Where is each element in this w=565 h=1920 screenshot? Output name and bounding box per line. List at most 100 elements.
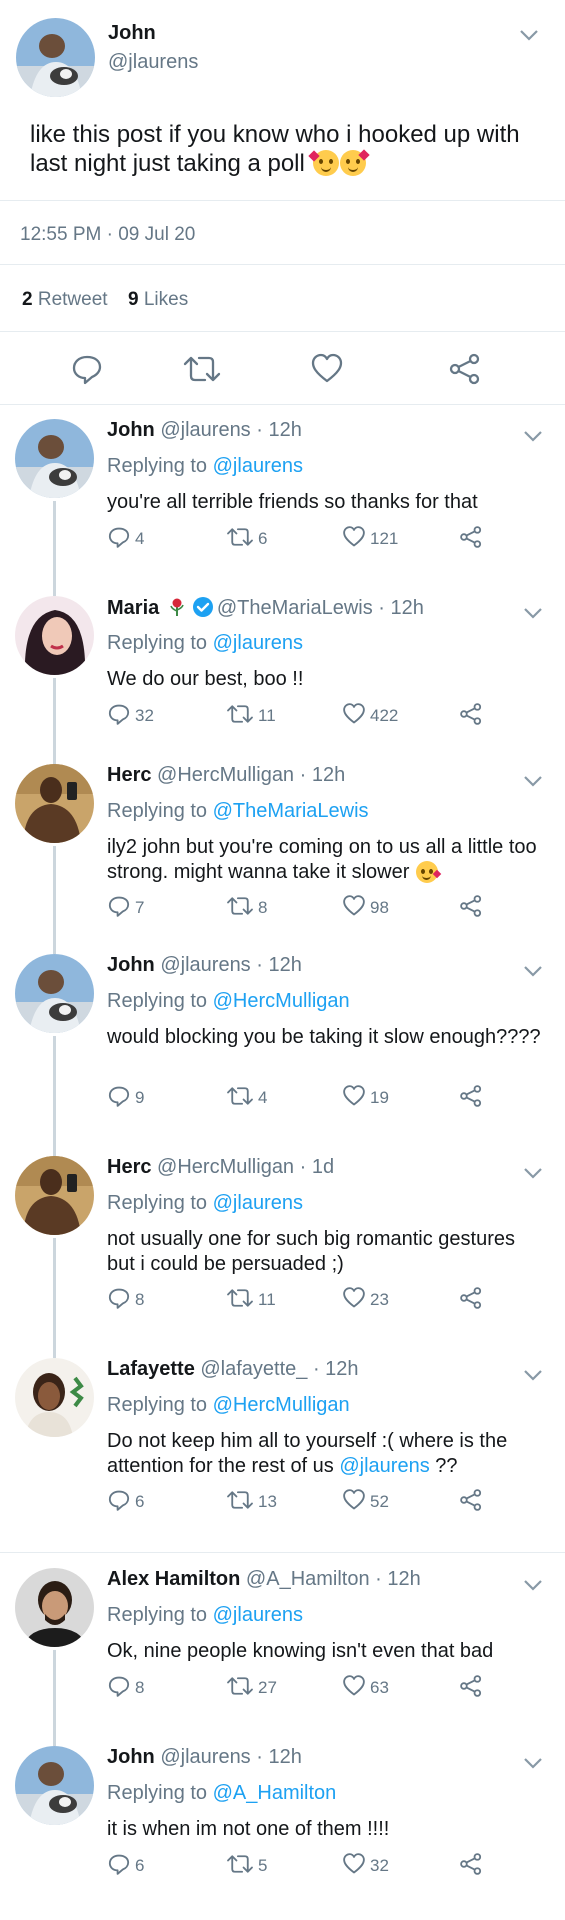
avatar[interactable] xyxy=(16,18,95,97)
avatar[interactable] xyxy=(15,419,94,498)
author-handle[interactable]: @jlaurens xyxy=(108,51,198,74)
reply-tweet[interactable]: John @jlaurens · 12h Replying to @jlauren… xyxy=(0,405,565,596)
share-action[interactable] xyxy=(459,1673,487,1703)
share-action[interactable] xyxy=(459,1285,487,1315)
like-action[interactable]: 121 xyxy=(342,524,398,554)
author-name[interactable]: Maria xyxy=(107,597,159,619)
like-action[interactable]: 32 xyxy=(342,1851,389,1881)
like-action[interactable]: 422 xyxy=(342,701,398,731)
share-icon[interactable] xyxy=(448,352,482,386)
reply-tweet[interactable]: John @jlaurens · 12h Replying to @HercMul… xyxy=(0,940,565,1156)
replying-to-mention[interactable]: @jlaurens xyxy=(213,632,303,654)
chevron-down-icon[interactable] xyxy=(523,774,543,793)
like-count: 52 xyxy=(370,1492,389,1511)
author-handle[interactable]: @TheMariaLewis xyxy=(217,597,373,619)
reply-header: John @jlaurens · 12h xyxy=(107,1746,302,1769)
retweet-stat[interactable]: 2 Retweet xyxy=(22,289,108,311)
reply-action[interactable]: 8 xyxy=(107,1285,144,1315)
reply-tweet[interactable]: Herc @HercMulligan · 1d Replying to @jlau… xyxy=(0,1142,565,1358)
share-action[interactable] xyxy=(459,524,487,554)
chevron-down-icon[interactable] xyxy=(523,429,543,448)
reply-text-content: We do our best, boo !! xyxy=(107,668,304,690)
share-action[interactable] xyxy=(459,1083,487,1113)
avatar[interactable] xyxy=(15,1156,94,1235)
comment-count: 7 xyxy=(135,898,145,917)
reply-action[interactable]: 9 xyxy=(107,1083,144,1113)
chevron-down-icon[interactable] xyxy=(523,1166,543,1185)
share-action[interactable] xyxy=(459,893,487,923)
reply-tweet[interactable]: John @jlaurens · 12h Replying to @A_Hamil… xyxy=(0,1732,565,1920)
chevron-down-icon[interactable] xyxy=(523,1756,543,1775)
retweet-icon[interactable] xyxy=(183,352,221,386)
reply-tweet[interactable]: Alex Hamilton @A_Hamilton · 12h Replying … xyxy=(0,1554,565,1746)
avatar[interactable] xyxy=(15,1358,94,1437)
author-name[interactable]: Herc xyxy=(107,764,151,786)
author-handle[interactable]: @jlaurens xyxy=(160,419,250,441)
reply-action[interactable]: 6 xyxy=(107,1487,144,1517)
like-action[interactable]: 98 xyxy=(342,893,389,923)
author-name[interactable]: John xyxy=(107,1746,155,1768)
chevron-down-icon[interactable] xyxy=(523,964,543,983)
retweet-action[interactable]: 5 xyxy=(226,1851,267,1881)
chevron-down-icon[interactable] xyxy=(523,606,543,625)
retweet-action[interactable]: 11 xyxy=(226,701,276,731)
retweet-action[interactable]: 13 xyxy=(226,1487,277,1517)
author-name[interactable]: John xyxy=(108,22,156,45)
replying-to-mention[interactable]: @jlaurens xyxy=(213,1192,303,1214)
avatar[interactable] xyxy=(15,596,94,675)
author-handle[interactable]: @lafayette_ xyxy=(200,1358,307,1380)
share-action[interactable] xyxy=(459,1487,487,1517)
retweet-icon xyxy=(226,1286,258,1315)
retweet-action[interactable]: 27 xyxy=(226,1673,277,1703)
replying-to-mention[interactable]: @TheMariaLewis xyxy=(213,800,369,822)
replying-to-mention[interactable]: @HercMulligan xyxy=(213,1394,350,1416)
avatar[interactable] xyxy=(15,764,94,843)
chevron-down-icon[interactable] xyxy=(519,28,539,47)
share-action[interactable] xyxy=(459,701,487,731)
like-action[interactable]: 63 xyxy=(342,1673,389,1703)
reply-action[interactable]: 8 xyxy=(107,1673,144,1703)
share-icon xyxy=(459,1084,487,1113)
author-handle[interactable]: @HercMulligan xyxy=(157,764,294,786)
author-name[interactable]: Alex Hamilton xyxy=(107,1568,240,1590)
avatar[interactable] xyxy=(15,1746,94,1825)
author-name[interactable]: Herc xyxy=(107,1156,151,1178)
replying-to-mention[interactable]: @jlaurens xyxy=(213,1604,303,1626)
author-handle[interactable]: @HercMulligan xyxy=(157,1156,294,1178)
reply-action[interactable]: 4 xyxy=(107,524,144,554)
text-mention[interactable]: @jlaurens xyxy=(339,1455,429,1477)
author-name[interactable]: John xyxy=(107,419,155,441)
reply-icon xyxy=(107,1852,135,1881)
share-action[interactable] xyxy=(459,1851,487,1881)
replying-to-mention[interactable]: @jlaurens xyxy=(213,455,303,477)
retweet-action[interactable]: 8 xyxy=(226,893,267,923)
retweet-action[interactable]: 6 xyxy=(226,524,267,554)
like-action[interactable]: 19 xyxy=(342,1083,389,1113)
like-heart-icon[interactable] xyxy=(310,352,344,386)
replying-to-mention[interactable]: @A_Hamilton xyxy=(213,1782,337,1804)
reply-action[interactable]: 7 xyxy=(107,893,144,923)
reply-action[interactable]: 6 xyxy=(107,1851,144,1881)
avatar[interactable] xyxy=(15,954,94,1033)
author-handle[interactable]: @A_Hamilton xyxy=(246,1568,370,1590)
author-handle[interactable]: @jlaurens xyxy=(160,1746,250,1768)
author-name[interactable]: Lafayette xyxy=(107,1358,195,1380)
retweet-action[interactable]: 11 xyxy=(226,1285,276,1315)
likes-stat[interactable]: 9 Likes xyxy=(128,289,188,311)
chevron-down-icon[interactable] xyxy=(523,1578,543,1597)
author-name[interactable]: John xyxy=(107,954,155,976)
replying-to-mention[interactable]: @HercMulligan xyxy=(213,990,350,1012)
reply-tweet[interactable]: Maria @TheMariaLewis · 12h Replying to @j… xyxy=(0,582,565,764)
avatar[interactable] xyxy=(15,1568,94,1647)
reply-icon[interactable] xyxy=(70,352,104,386)
chevron-down-icon[interactable] xyxy=(523,1368,543,1387)
reply-action[interactable]: 32 xyxy=(107,701,154,731)
like-action[interactable]: 52 xyxy=(342,1487,389,1517)
reply-tweet[interactable]: Herc @HercMulligan · 12h Replying to @The… xyxy=(0,750,565,954)
reply-tweet[interactable]: Lafayette @lafayette_ · 12h Replying to @… xyxy=(0,1344,565,1554)
retweet-action[interactable]: 4 xyxy=(226,1083,267,1113)
reply-text-content: Ok, nine people knowing isn't even that … xyxy=(107,1640,494,1662)
author-handle[interactable]: @jlaurens xyxy=(160,954,250,976)
like-action[interactable]: 23 xyxy=(342,1285,389,1315)
replying-to-label: Replying to xyxy=(107,990,208,1012)
